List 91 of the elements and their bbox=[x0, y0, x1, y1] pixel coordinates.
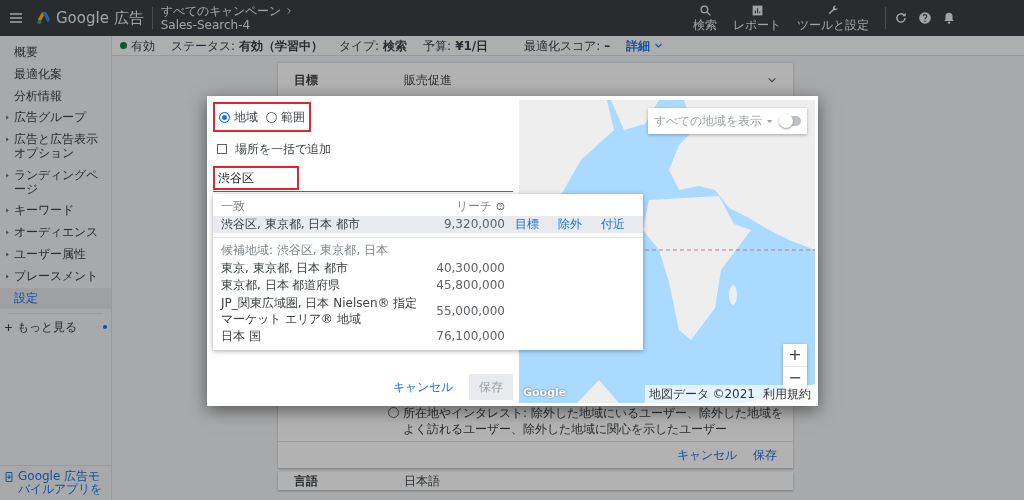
location-name: 日本 国 bbox=[221, 329, 262, 345]
checkbox[interactable] bbox=[217, 144, 227, 154]
reach-value: 45,800,000 bbox=[435, 278, 505, 294]
setting-value: 販売促進 bbox=[404, 72, 453, 89]
section-title: 候補地域: 渋谷区, 東京都, 日本 bbox=[221, 243, 390, 259]
logo-icon bbox=[36, 10, 52, 26]
location-name: 東京都, 日本 都道府県 bbox=[221, 278, 342, 294]
help-icon[interactable] bbox=[496, 202, 505, 212]
toolbar-label[interactable]: レポート bbox=[733, 18, 781, 33]
status-field-value: 検索 bbox=[383, 37, 408, 55]
sidebar-item[interactable]: キーワード bbox=[0, 200, 111, 223]
setting-label: 言語 bbox=[294, 474, 319, 490]
new-indicator-dot bbox=[103, 325, 107, 330]
reach-value: 9,320,000 bbox=[442, 216, 505, 233]
action-link[interactable]: 除外 bbox=[558, 216, 582, 233]
status-field-value: – bbox=[604, 37, 611, 55]
status-field-label: 予算: bbox=[423, 37, 452, 55]
bell-icon[interactable] bbox=[942, 11, 956, 25]
sidebar-item[interactable]: 広告グループ bbox=[0, 107, 111, 130]
sidebar-item[interactable]: ランディングページ bbox=[0, 164, 111, 201]
expand-triangle-icon[interactable] bbox=[5, 172, 10, 178]
app-promo-link[interactable]: Google 広告モバイルアプリを bbox=[18, 469, 107, 496]
location-name: 渋谷区, 東京都, 日本 都市 bbox=[221, 216, 362, 233]
help-icon[interactable] bbox=[918, 11, 932, 25]
cancel-link[interactable]: キャンセル bbox=[677, 446, 737, 465]
expand-triangle-icon[interactable] bbox=[5, 251, 10, 257]
reach-value: 55,000,000 bbox=[435, 303, 505, 320]
plus-icon[interactable] bbox=[4, 322, 13, 332]
radio-button[interactable] bbox=[219, 111, 230, 123]
map-logo: Google bbox=[523, 384, 567, 401]
result-row[interactable]: 日本 国 76,100,000 bbox=[213, 328, 643, 346]
menu-icon[interactable] bbox=[8, 10, 24, 26]
chevron-down-icon[interactable] bbox=[654, 41, 664, 50]
sidebar-item[interactable]: ユーザー属性 bbox=[0, 243, 111, 266]
action-link[interactable]: 付近 bbox=[601, 216, 626, 233]
expand-triangle-icon[interactable] bbox=[5, 230, 10, 236]
action-link[interactable]: 目標 bbox=[514, 216, 539, 233]
setting-value: 日本語 bbox=[404, 474, 440, 490]
sidebar-item[interactable]: 分析情報 bbox=[0, 85, 111, 108]
dropdown-caret-icon[interactable] bbox=[766, 117, 773, 125]
chevron-right-icon bbox=[284, 6, 293, 15]
status-dot bbox=[120, 42, 127, 49]
search-icon[interactable] bbox=[698, 3, 712, 17]
radio-label[interactable]: 範囲 bbox=[281, 108, 305, 126]
sidebar-item[interactable]: 広告と広告表示オプション bbox=[0, 129, 111, 165]
result-row[interactable]: 渋谷区, 東京都, 日本 都市 9,320,000 目標 除外 付近 bbox=[213, 215, 643, 234]
phone-download-icon[interactable] bbox=[4, 469, 14, 484]
sidebar-item[interactable]: 概要 bbox=[0, 42, 111, 64]
expand-triangle-icon[interactable] bbox=[5, 208, 10, 214]
option-label: 所在地やインタレスト: 除外した地域にいるユーザー、除外した地域をよく訪れるユーザー、除外した地域に関心を示したユーザー bbox=[403, 406, 783, 438]
result-row[interactable]: 東京, 東京都, 日本 都市 40,300,000 bbox=[213, 259, 643, 278]
more-link[interactable]: もっと見る bbox=[17, 318, 99, 337]
wrench-icon[interactable] bbox=[826, 3, 840, 17]
sidebar-item[interactable]: オーディエンス bbox=[0, 222, 111, 244]
result-row[interactable]: 東京都, 日本 都道府県 45,800,000 bbox=[213, 277, 643, 295]
status-field-value: 有効（学習中） bbox=[239, 37, 324, 55]
expand-triangle-icon[interactable] bbox=[5, 273, 10, 279]
toggle-switch[interactable] bbox=[781, 116, 801, 126]
location-name: 東京, 東京都, 日本 都市 bbox=[221, 260, 350, 277]
status-field-label: ステータス: bbox=[171, 37, 236, 55]
radio-label[interactable]: 地域 bbox=[234, 108, 258, 126]
status-label: 有効 bbox=[131, 37, 155, 55]
status-field-value: ¥1/日 bbox=[455, 37, 489, 55]
cancel-button[interactable]: キャンセル bbox=[385, 374, 461, 400]
bar-chart-icon[interactable] bbox=[750, 3, 764, 17]
zoom-in-button[interactable]: + bbox=[783, 344, 807, 366]
column-header: リーチ bbox=[456, 199, 492, 215]
status-field-label: タイプ: bbox=[339, 37, 380, 55]
result-row[interactable]: JP_関東広域圏, 日本 Nielsen® 指定マーケット エリア® 地域 55,000,000 bbox=[213, 294, 643, 329]
expand-triangle-icon[interactable] bbox=[5, 137, 10, 143]
setting-label: 目標 bbox=[294, 72, 319, 89]
save-link[interactable]: 保存 bbox=[753, 446, 777, 465]
location-name: JP_関東広域圏, 日本 Nielsen® 指定マーケット エリア® 地域 bbox=[221, 295, 419, 328]
expand-triangle-icon[interactable] bbox=[5, 115, 10, 121]
sidebar-item[interactable]: 最適化案 bbox=[0, 63, 111, 86]
reach-value: 40,300,000 bbox=[435, 260, 505, 277]
sidebar-item[interactable]: プレースメント bbox=[0, 265, 111, 288]
status-field-label: 最適化スコア: bbox=[524, 37, 601, 55]
brand-name: Google 広告 bbox=[56, 7, 144, 29]
chevron-down-icon[interactable] bbox=[767, 75, 777, 85]
reach-value: 76,100,000 bbox=[435, 329, 505, 345]
campaign-name: Sales-Search-4 bbox=[160, 18, 252, 33]
map-attribution: 地図データ ©2021 bbox=[648, 386, 755, 403]
toolbar-label[interactable]: ツールと設定 bbox=[797, 18, 869, 33]
column-header: 一致 bbox=[221, 199, 246, 215]
checkbox-label[interactable]: 場所を一括で追加 bbox=[235, 140, 331, 158]
breadcrumb-link[interactable]: すべてのキャンペーン bbox=[160, 3, 281, 18]
refresh-icon[interactable] bbox=[894, 11, 908, 25]
toolbar-label[interactable]: 検索 bbox=[693, 18, 717, 33]
search-field[interactable]: 渋谷区 bbox=[213, 166, 299, 190]
details-link[interactable]: 詳細 bbox=[626, 36, 651, 55]
